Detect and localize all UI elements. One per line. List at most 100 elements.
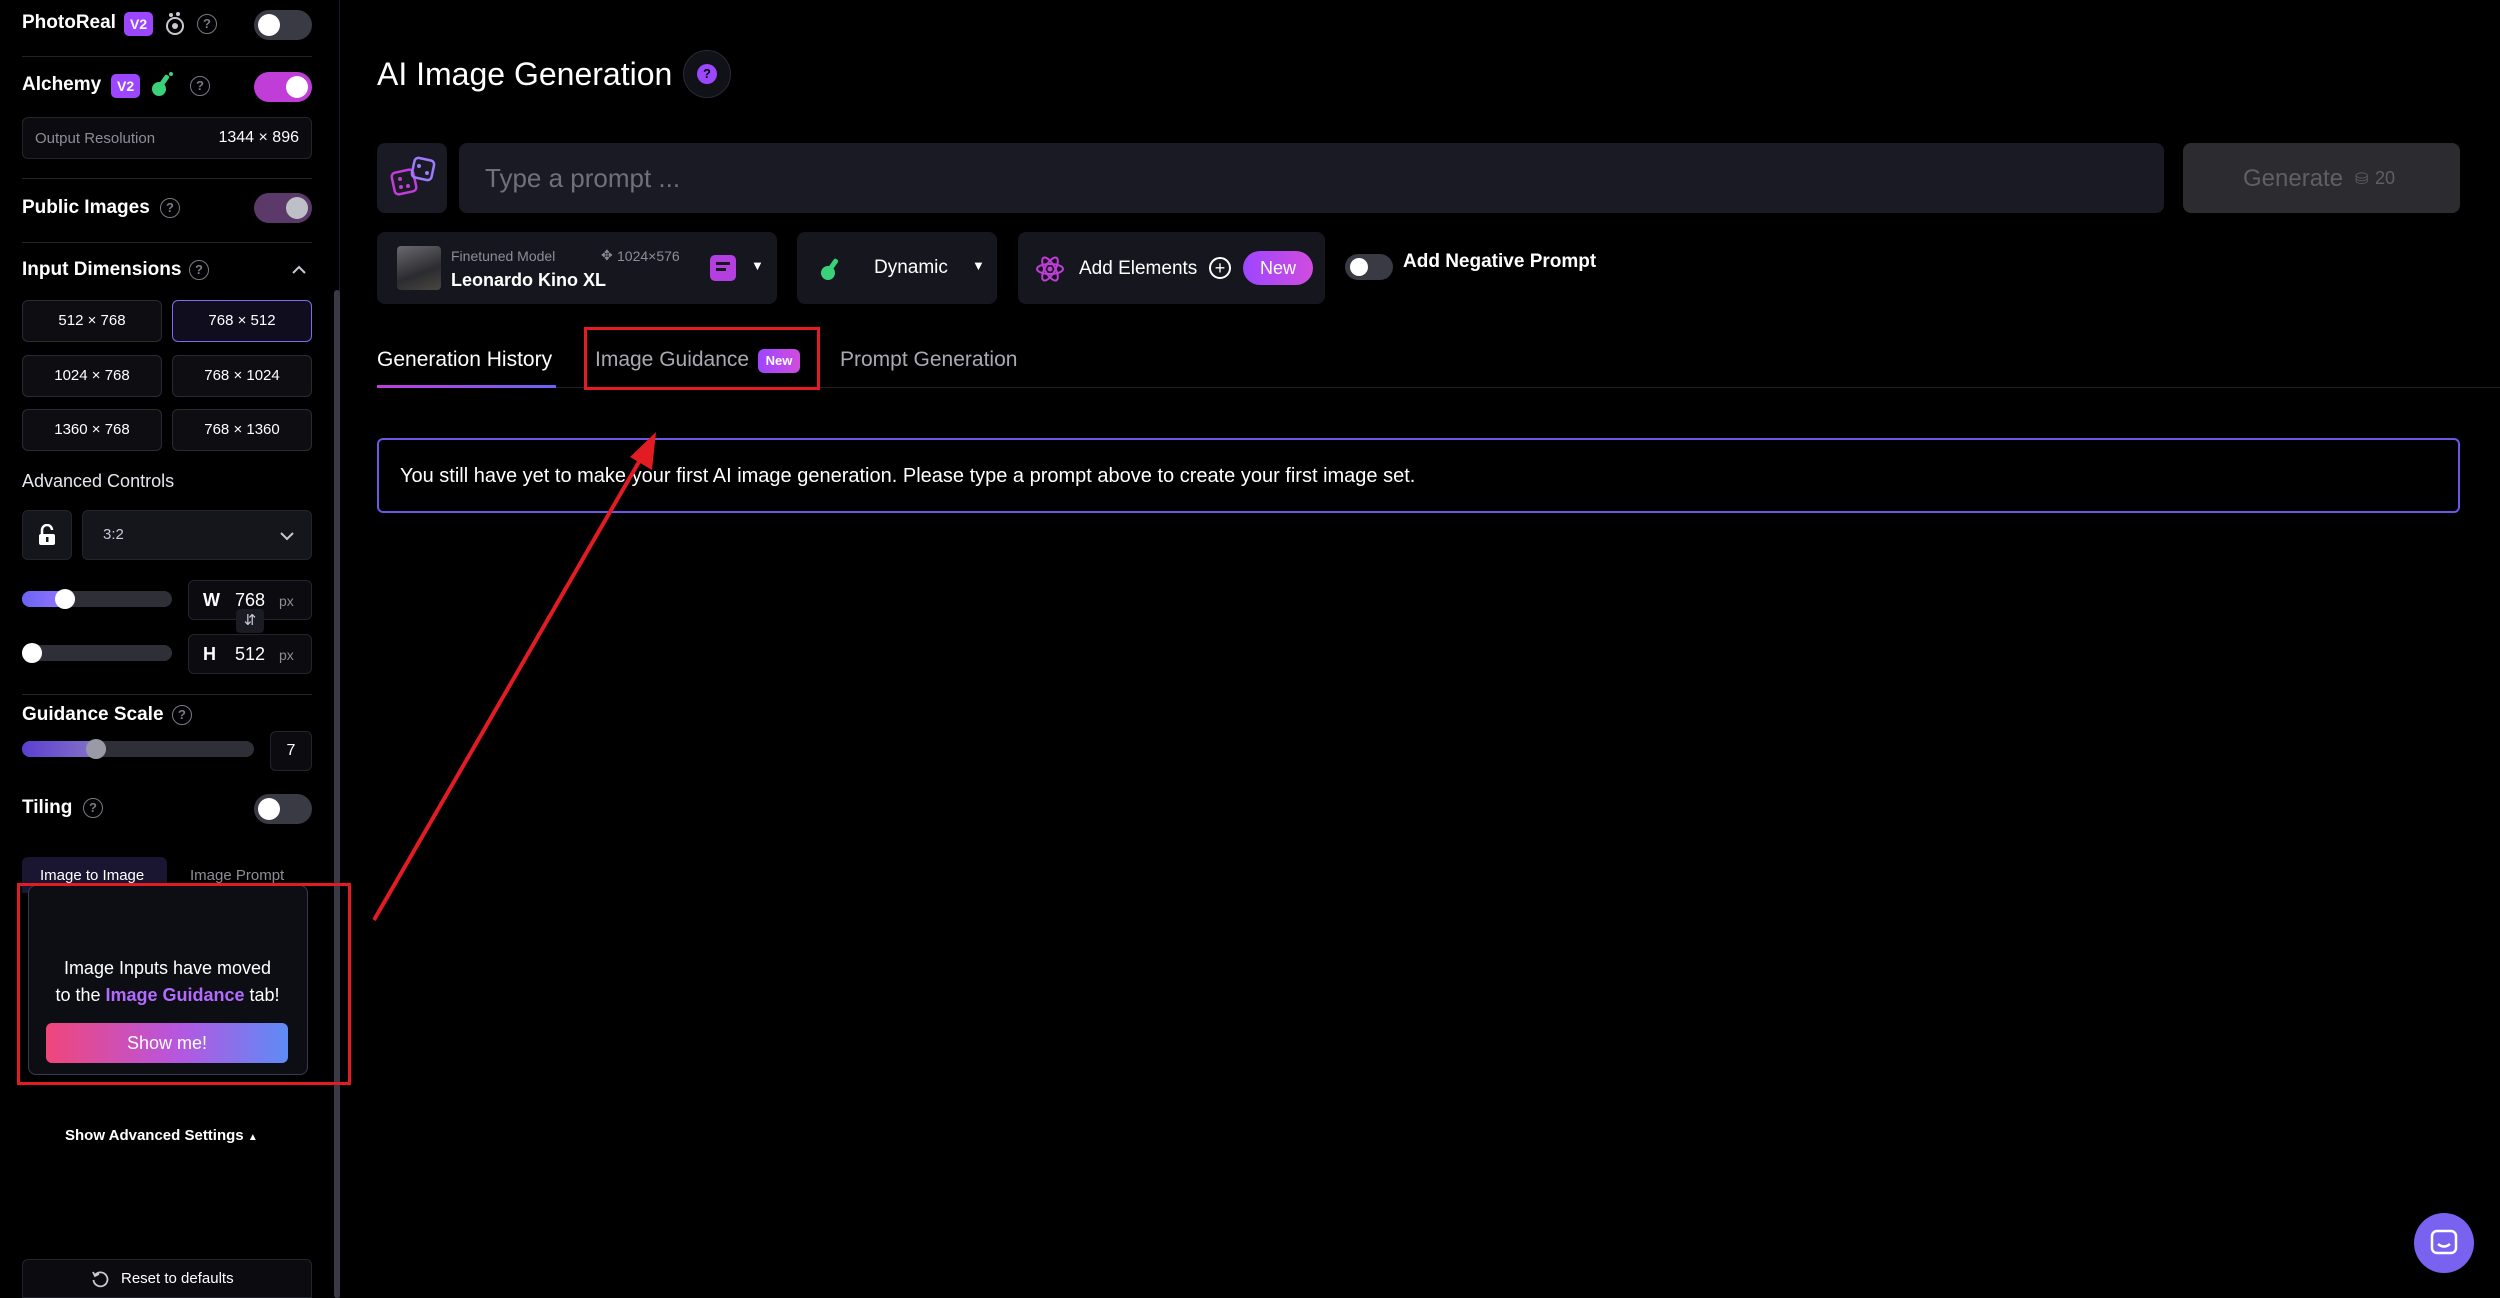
height-value[interactable]: 512 bbox=[235, 644, 265, 665]
aspect-lock-button[interactable] bbox=[22, 510, 72, 560]
reset-to-defaults-label: Reset to defaults bbox=[121, 1270, 234, 1287]
style-value: Dynamic bbox=[874, 257, 948, 278]
generate-cost: 20 bbox=[2375, 168, 2396, 188]
swap-dimensions-icon[interactable]: ⇵ bbox=[236, 609, 264, 633]
sidebar-scrollbar[interactable] bbox=[334, 290, 340, 1298]
output-resolution-field: Output Resolution 1344 × 896 bbox=[22, 117, 312, 159]
divider bbox=[22, 694, 312, 695]
style-selector[interactable]: Dynamic ▼ bbox=[797, 232, 997, 304]
page-title: AI Image Generation bbox=[377, 56, 673, 92]
show-advanced-settings-label: Show Advanced Settings bbox=[65, 1127, 244, 1144]
photoreal-help-icon[interactable]: ? bbox=[197, 14, 217, 34]
title-help-button[interactable]: ? bbox=[683, 50, 731, 98]
dice-icon bbox=[390, 156, 436, 196]
reset-to-defaults-button[interactable]: Reset to defaults bbox=[22, 1259, 312, 1298]
model-caption: Finetuned Model bbox=[451, 248, 556, 264]
advanced-controls-label: Advanced Controls bbox=[22, 471, 175, 491]
dimension-option-1024x768[interactable]: 1024 × 768 bbox=[22, 355, 162, 397]
guidance-scale-value[interactable]: 7 bbox=[270, 731, 312, 771]
generate-button[interactable]: Generate ⛁ 20 bbox=[2183, 143, 2460, 213]
width-unit: px bbox=[279, 593, 294, 609]
tiling-toggle[interactable] bbox=[254, 794, 312, 824]
token-icon: ⛁ bbox=[2355, 171, 2369, 188]
negative-prompt-label: Add Negative Prompt bbox=[1403, 251, 1597, 272]
annotation-highlight-image-guidance bbox=[584, 327, 820, 390]
alchemy-help-icon[interactable]: ? bbox=[190, 76, 210, 96]
divider bbox=[22, 178, 312, 179]
width-value[interactable]: 768 bbox=[235, 590, 265, 611]
potion-icon bbox=[821, 258, 839, 280]
divider bbox=[22, 242, 312, 243]
public-images-toggle[interactable] bbox=[254, 193, 312, 223]
public-images-help-icon[interactable]: ? bbox=[160, 198, 180, 218]
chevron-up-icon[interactable] bbox=[291, 264, 307, 276]
tab-generation-history-label: Generation History bbox=[377, 348, 553, 371]
height-letter: H bbox=[203, 644, 216, 664]
tab-image-prompt-label: Image Prompt bbox=[190, 867, 285, 884]
aspect-ratio-select[interactable]: 3:2 bbox=[82, 510, 312, 560]
height-field[interactable]: H 512 px bbox=[188, 634, 312, 674]
tab-prompt-generation[interactable]: Prompt Generation bbox=[840, 348, 1017, 372]
height-unit: px bbox=[279, 647, 294, 663]
caret-up-icon: ▲ bbox=[247, 1132, 258, 1143]
width-letter: W bbox=[203, 590, 220, 610]
dimension-option-512x768[interactable]: 512 × 768 bbox=[22, 300, 162, 342]
input-dimensions-help-icon[interactable]: ? bbox=[189, 260, 209, 280]
empty-state-message: You still have yet to make your first AI… bbox=[400, 465, 1416, 487]
plus-circle-icon: + bbox=[1209, 257, 1231, 279]
public-images-label: Public Images bbox=[22, 197, 150, 218]
active-tab-indicator bbox=[377, 385, 556, 388]
model-size: 1024×576 bbox=[617, 248, 680, 264]
model-thumbnail bbox=[397, 246, 441, 290]
annotation-highlight-notice bbox=[17, 883, 351, 1085]
dimension-option-768x1360[interactable]: 768 × 1360 bbox=[172, 409, 312, 451]
tab-image-to-image-label: Image to Image bbox=[40, 867, 145, 884]
photoreal-toggle[interactable] bbox=[254, 10, 312, 40]
width-slider-handle[interactable] bbox=[55, 589, 75, 609]
height-slider-handle[interactable] bbox=[22, 643, 42, 663]
generate-label: Generate bbox=[2243, 165, 2344, 192]
dimension-option-768x512[interactable]: 768 × 512 bbox=[172, 300, 312, 342]
tab-prompt-generation-label: Prompt Generation bbox=[840, 348, 1018, 371]
guidance-scale-label: Guidance Scale bbox=[22, 704, 164, 725]
caret-down-icon: ▼ bbox=[972, 258, 985, 273]
model-name: Leonardo Kino XL bbox=[451, 270, 606, 290]
input-dimensions-label: Input Dimensions bbox=[22, 259, 182, 280]
negative-prompt-toggle[interactable] bbox=[1345, 254, 1393, 280]
prompt-input[interactable] bbox=[459, 143, 2164, 213]
dimension-option-1360x768[interactable]: 1360 × 768 bbox=[22, 409, 162, 451]
add-elements-label: Add Elements bbox=[1079, 258, 1198, 279]
alchemy-label: Alchemy bbox=[22, 74, 102, 95]
potion-icon bbox=[152, 72, 173, 96]
chat-support-button[interactable] bbox=[2414, 1213, 2474, 1273]
output-resolution-value: 1344 × 896 bbox=[218, 129, 299, 146]
settings-sidebar: PhotoReal V2 ? Alchemy V2 ? Output Resol… bbox=[0, 0, 340, 1298]
tiling-help-icon[interactable]: ? bbox=[83, 798, 103, 818]
guidance-scale-help-icon[interactable]: ? bbox=[172, 705, 192, 725]
tab-generation-history[interactable]: Generation History bbox=[377, 348, 556, 388]
camera-icon bbox=[166, 12, 184, 35]
caret-down-icon[interactable]: ▼ bbox=[751, 258, 764, 273]
reset-icon bbox=[92, 1271, 109, 1288]
model-details-icon[interactable] bbox=[710, 255, 736, 281]
unlock-icon bbox=[39, 524, 55, 545]
tiling-label: Tiling bbox=[22, 797, 73, 818]
chat-icon bbox=[2430, 1229, 2458, 1255]
guidance-scale-slider[interactable] bbox=[22, 739, 254, 759]
atom-icon bbox=[1036, 256, 1064, 282]
empty-state-message-box: You still have yet to make your first AI… bbox=[377, 438, 2460, 513]
aspect-ratio-value: 3:2 bbox=[103, 526, 124, 543]
height-slider[interactable] bbox=[22, 643, 172, 663]
show-advanced-settings-button[interactable]: Show Advanced Settings ▲ bbox=[65, 1127, 258, 1144]
add-elements-button[interactable]: Add Elements + New bbox=[1018, 232, 1325, 304]
alchemy-toggle[interactable] bbox=[254, 72, 312, 102]
width-slider[interactable] bbox=[22, 589, 172, 609]
photoreal-label: PhotoReal bbox=[22, 12, 116, 33]
alchemy-version-badge: V2 bbox=[111, 74, 141, 98]
guidance-scale-handle[interactable] bbox=[86, 739, 106, 759]
model-selector[interactable]: Finetuned Model ✥ 1024×576 Leonardo Kino… bbox=[377, 232, 777, 304]
random-prompt-button[interactable] bbox=[377, 143, 447, 213]
photoreal-version-badge: V2 bbox=[124, 12, 154, 36]
dimension-option-768x1024[interactable]: 768 × 1024 bbox=[172, 355, 312, 397]
help-icon: ? bbox=[697, 64, 717, 84]
